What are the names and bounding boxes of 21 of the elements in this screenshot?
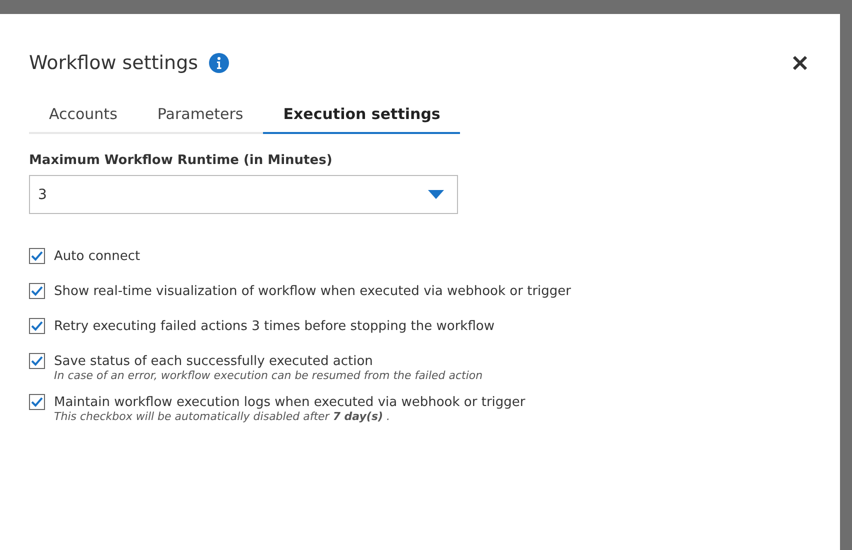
dropdown-caret-icon: [428, 190, 444, 199]
option-label: Auto connect: [54, 248, 140, 265]
tab[interactable]: Execution settings: [263, 95, 460, 134]
option-label: Save status of each successfully executed action: [54, 353, 374, 370]
option-note: In case of an error, workflow execution can be resumed from the failed action: [54, 369, 483, 382]
checkbox[interactable]: [29, 248, 45, 264]
field-label: Maximum Workflow Runtime (in Minutes): [29, 153, 334, 168]
close-icon[interactable]: [792, 55, 808, 71]
tab[interactable]: Parameters: [137, 95, 264, 134]
runtime-dropdown[interactable]: 3: [29, 175, 458, 214]
checkbox[interactable]: [29, 283, 45, 299]
checkbox[interactable]: [29, 394, 45, 410]
checkbox[interactable]: [29, 318, 45, 334]
option-label: Retry executing failed actions 3 times before stopping the workflow: [54, 318, 494, 335]
option-note: This checkbox will be automatically disabled after 7 day(s) .: [54, 410, 392, 423]
info-icon[interactable]: [209, 53, 230, 73]
option-label: Show real-time visualization of workflow when executed via webhook or trigger: [54, 283, 571, 300]
dialog-title: Workflow settings: [29, 52, 198, 74]
tab[interactable]: Accounts: [29, 95, 138, 134]
option-label: Maintain workflow execution logs when executed via webhook or trigger: [54, 394, 526, 411]
checkbox[interactable]: [29, 353, 45, 369]
